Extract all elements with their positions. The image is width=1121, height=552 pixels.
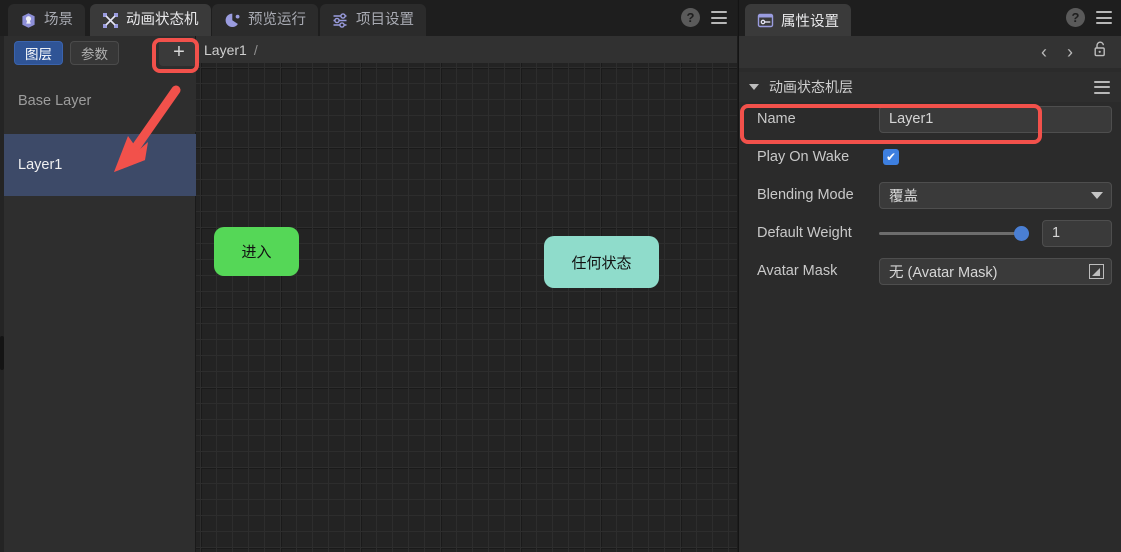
entry-node-label: 进入 <box>241 241 271 262</box>
name-field[interactable]: Layer1 <box>879 106 1112 133</box>
layer-label: Layer1 <box>18 157 62 173</box>
preview-run-icon <box>224 12 241 29</box>
chevron-down-icon <box>1091 192 1103 199</box>
avatar-mask-field[interactable]: 无 (Avatar Mask) <box>879 258 1112 285</box>
slider-knob[interactable] <box>1014 226 1029 241</box>
breadcrumb-separator: / <box>254 42 258 58</box>
slider-track <box>879 232 1029 235</box>
section-title: 动画状态机层 <box>769 77 853 97</box>
app-root: 场景 动画状态机 <box>0 0 1121 552</box>
play-on-wake-label: Play On Wake <box>739 149 879 165</box>
property-row-blending-mode: Blending Mode 覆盖 <box>739 180 1121 210</box>
any-state-node[interactable]: 任何状态 <box>544 236 659 288</box>
tab-parameters[interactable]: 参数 <box>70 41 119 65</box>
hamburger-menu-icon[interactable] <box>1096 11 1112 24</box>
tab-inspector[interactable]: 属性设置 <box>745 4 851 36</box>
avatar-mask-label: Avatar Mask <box>739 263 879 279</box>
breadcrumb-root[interactable]: Layer1 <box>204 42 247 58</box>
editor-window: 场景 动画状态机 <box>0 0 737 552</box>
tab-inspector-label: 属性设置 <box>781 10 839 31</box>
hamburger-menu-icon[interactable] <box>711 11 727 24</box>
name-label: Name <box>739 111 879 127</box>
layers-panel: 图层 参数 + Base Layer Layer1 <box>4 36 196 552</box>
tab-preview-run-label: 预览运行 <box>248 13 306 28</box>
property-rows: Name Layer1 Play On Wake ✔ Blending Mode… <box>739 104 1121 294</box>
property-row-default-weight: Default Weight 1 <box>739 218 1121 248</box>
help-icon[interactable]: ? <box>681 8 700 27</box>
add-layer-button[interactable]: + <box>159 40 199 66</box>
unlock-icon[interactable] <box>1093 41 1108 63</box>
blending-mode-value: 覆盖 <box>889 185 918 206</box>
editor-header-actions: ? <box>681 8 727 27</box>
inspector-icon <box>757 12 774 29</box>
chevron-down-icon[interactable] <box>749 84 759 90</box>
list-item-base-layer[interactable]: Base Layer <box>4 70 196 132</box>
breadcrumb: Layer1 / <box>196 36 737 63</box>
tab-preview-run[interactable]: 预览运行 <box>212 4 318 36</box>
default-weight-label: Default Weight <box>739 225 879 241</box>
object-picker-icon[interactable] <box>1089 264 1104 279</box>
tab-project-settings-label: 项目设置 <box>356 13 414 28</box>
project-settings-icon <box>332 12 349 29</box>
any-state-node-label: 任何状态 <box>571 252 631 273</box>
default-weight-field[interactable]: 1 <box>1042 220 1112 247</box>
inspector-tab-strip: 属性设置 ? <box>739 0 1121 36</box>
tab-project-settings[interactable]: 项目设置 <box>320 4 426 36</box>
nav-forward-icon[interactable]: › <box>1067 43 1073 61</box>
tab-scene-label: 场景 <box>44 13 73 28</box>
hamburger-menu-icon[interactable] <box>1094 81 1110 94</box>
scene-cube-icon <box>20 12 37 29</box>
layer-label: Base Layer <box>18 93 91 109</box>
editor-tab-strip: 场景 动画状态机 <box>0 0 737 36</box>
property-row-play-on-wake: Play On Wake ✔ <box>739 142 1121 172</box>
list-item-layer1[interactable]: Layer1 <box>4 134 196 196</box>
inspector-window: 属性设置 ? ‹ › 动画状态机层 <box>738 0 1121 552</box>
property-row-avatar-mask: Avatar Mask 无 (Avatar Mask) <box>739 256 1121 286</box>
avatar-mask-value: 无 (Avatar Mask) <box>889 261 998 282</box>
state-machine-graph-panel[interactable]: Layer1 / 进入 任何状态 <box>196 36 737 552</box>
entry-node[interactable]: 进入 <box>214 227 299 276</box>
blending-mode-label: Blending Mode <box>739 187 879 203</box>
inspector-nav-bar: ‹ › <box>739 36 1121 68</box>
tab-state-machine-label: 动画状态机 <box>126 13 199 28</box>
state-machine-icon <box>102 12 119 29</box>
layers-toolbar: 图层 参数 + <box>4 36 196 70</box>
section-header-animation-layer[interactable]: 动画状态机层 <box>739 72 1121 102</box>
inspector-header-actions: ? <box>1066 8 1112 27</box>
play-on-wake-checkbox[interactable]: ✔ <box>883 149 899 165</box>
tab-layers[interactable]: 图层 <box>14 41 63 65</box>
default-weight-slider[interactable] <box>879 223 1029 243</box>
help-icon[interactable]: ? <box>1066 8 1085 27</box>
property-row-name: Name Layer1 <box>739 104 1121 134</box>
tab-scene[interactable]: 场景 <box>8 4 85 36</box>
tab-state-machine[interactable]: 动画状态机 <box>90 4 211 36</box>
graph-canvas-grid[interactable]: 进入 任何状态 <box>196 63 737 552</box>
nav-back-icon[interactable]: ‹ <box>1041 43 1047 61</box>
blending-mode-select[interactable]: 覆盖 <box>879 182 1112 209</box>
